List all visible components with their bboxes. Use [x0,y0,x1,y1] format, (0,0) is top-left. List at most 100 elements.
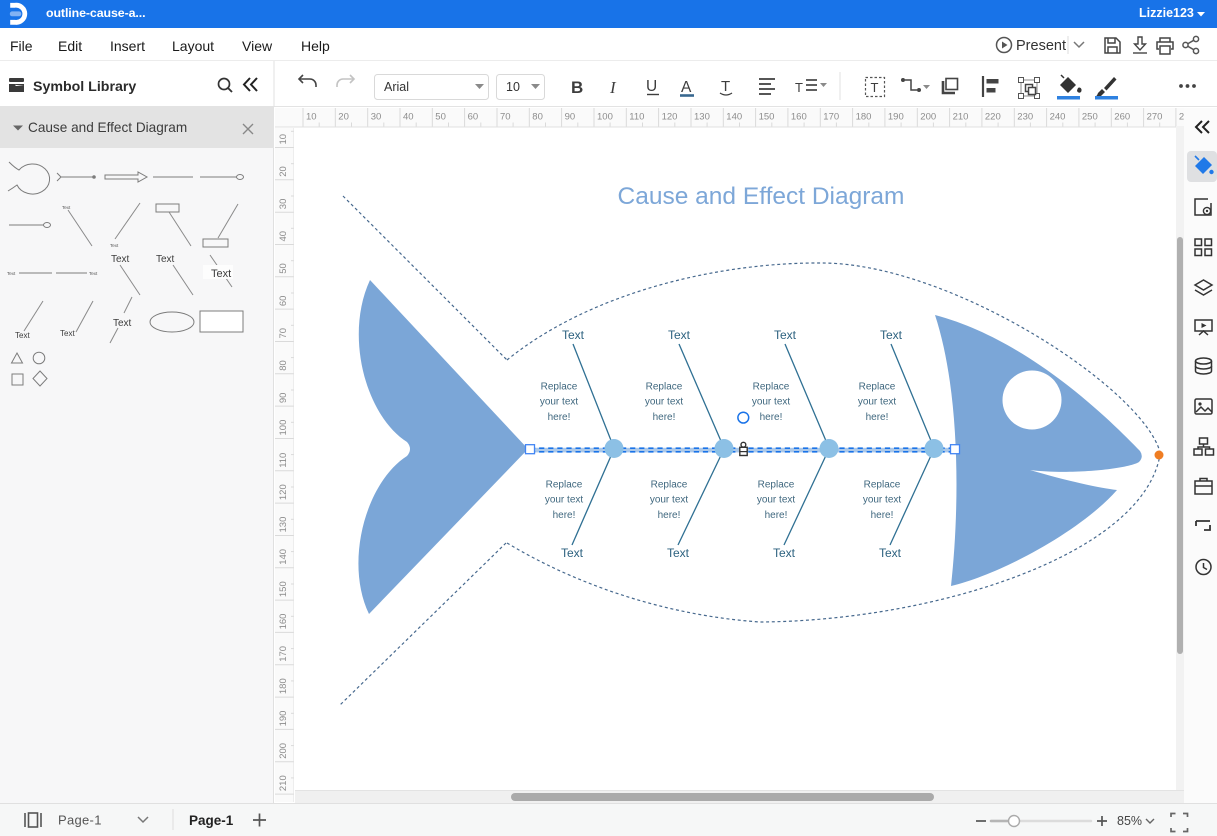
svg-text:Text: Text [60,329,75,338]
svg-text:here!: here! [866,412,889,423]
svg-text:220: 220 [984,112,1000,123]
svg-text:here!: here! [760,412,783,423]
svg-text:here!: here! [658,510,681,521]
svg-text:your text: your text [545,495,584,506]
svg-text:160: 160 [277,613,288,629]
svg-text:Replace: Replace [864,480,901,491]
svg-text:T: T [795,80,803,95]
svg-text:Replace: Replace [753,382,790,393]
svg-text:Text: Text [89,271,98,276]
svg-text:190: 190 [277,710,288,726]
svg-text:Text: Text [880,328,903,342]
svg-text:50: 50 [277,263,288,274]
svg-text:I: I [609,78,617,97]
svg-text:90: 90 [277,392,288,403]
svg-text:Text: Text [562,328,585,342]
svg-text:85%: 85% [1117,814,1142,828]
svg-text:Present: Present [1016,38,1066,54]
svg-text:Replace: Replace [758,480,795,491]
svg-text:Arial: Arial [384,80,409,94]
svg-text:70: 70 [277,327,288,338]
svg-text:90: 90 [564,112,575,123]
svg-text:240: 240 [1049,112,1065,123]
svg-text:here!: here! [871,510,894,521]
svg-text:210: 210 [952,112,968,123]
svg-text:260: 260 [1114,112,1130,123]
svg-text:60: 60 [277,295,288,306]
svg-text:170: 170 [823,112,839,123]
svg-text:120: 120 [277,484,288,500]
svg-text:Text: Text [111,254,130,265]
svg-text:A: A [681,79,692,96]
svg-text:180: 180 [855,112,871,123]
svg-text:your text: your text [645,397,684,408]
svg-text:T: T [721,78,730,95]
svg-text:110: 110 [629,112,644,123]
svg-text:180: 180 [277,678,288,694]
svg-text:Text: Text [7,271,16,276]
svg-text:130: 130 [277,516,288,532]
svg-text:100: 100 [597,112,613,123]
svg-text:Replace: Replace [546,480,583,491]
svg-text:40: 40 [403,112,414,123]
svg-text:30: 30 [277,198,288,209]
svg-text:your text: your text [757,495,796,506]
svg-text:U: U [646,78,657,95]
svg-text:150: 150 [758,112,774,123]
svg-text:Page-1: Page-1 [58,813,102,828]
svg-text:Replace: Replace [651,480,688,491]
svg-text:20: 20 [338,112,349,123]
svg-text:here!: here! [548,412,571,423]
svg-text:110: 110 [277,452,288,467]
svg-text:50: 50 [435,112,446,123]
svg-text:60: 60 [467,112,478,123]
svg-text:here!: here! [765,510,788,521]
svg-text:Replace: Replace [646,382,683,393]
svg-text:130: 130 [694,112,710,123]
svg-text:170: 170 [277,645,288,661]
svg-text:Text: Text [15,331,30,340]
svg-text:your text: your text [752,397,791,408]
svg-text:Text: Text [667,546,690,560]
svg-text:B: B [571,78,583,97]
svg-text:120: 120 [661,112,677,123]
svg-text:200: 200 [920,112,936,123]
svg-text:here!: here! [653,412,676,423]
svg-text:40: 40 [277,230,288,241]
svg-text:Page-1: Page-1 [189,813,234,828]
svg-text:70: 70 [500,112,511,123]
svg-text:Text: Text [113,318,132,329]
svg-text:Text: Text [774,328,797,342]
svg-text:100: 100 [277,419,288,435]
svg-text:Text: Text [561,546,584,560]
svg-text:Text: Text [879,546,902,560]
svg-text:your text: your text [858,397,897,408]
svg-text:200: 200 [277,742,288,758]
svg-text:230: 230 [1017,112,1033,123]
svg-text:160: 160 [790,112,806,123]
svg-text:Text: Text [668,328,691,342]
svg-text:80: 80 [277,360,288,371]
svg-text:150: 150 [277,581,288,597]
svg-text:Replace: Replace [859,382,896,393]
svg-text:T: T [871,80,879,95]
svg-text:20: 20 [277,166,288,177]
svg-text:190: 190 [887,112,903,123]
svg-text:80: 80 [532,112,543,123]
svg-text:270: 270 [1146,112,1162,123]
svg-text:Text: Text [773,546,796,560]
svg-text:140: 140 [726,112,742,123]
svg-text:here!: here! [553,510,576,521]
svg-text:10: 10 [277,133,288,144]
svg-text:your text: your text [650,495,689,506]
svg-text:Text: Text [62,205,71,210]
svg-text:210: 210 [277,775,288,791]
svg-text:Text: Text [211,268,231,280]
svg-text:Text: Text [156,254,175,265]
svg-text:250: 250 [1081,112,1097,123]
svg-text:Cause and Effect Diagram: Cause and Effect Diagram [618,183,905,210]
svg-text:10: 10 [506,80,520,94]
svg-text:140: 140 [277,548,288,564]
svg-text:30: 30 [370,112,381,123]
svg-text:Text: Text [110,243,119,248]
